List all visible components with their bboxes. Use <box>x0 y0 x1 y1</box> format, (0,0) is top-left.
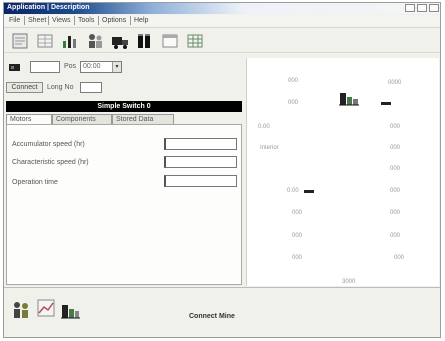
maximize-icon[interactable] <box>417 4 427 12</box>
title-bar[interactable]: Application | Description <box>4 3 440 14</box>
operation-time-input[interactable] <box>164 175 237 187</box>
menu-item-file[interactable]: File <box>6 16 23 25</box>
accumulator-speed-label: Accumulator speed (hr) <box>12 141 85 148</box>
overview-value: 0000 <box>388 80 402 86</box>
long-no-input[interactable] <box>80 82 102 93</box>
overview-value: 000 <box>394 255 405 261</box>
chevron-down-icon[interactable]: ▾ <box>112 62 121 72</box>
overview-value: 000 <box>288 78 299 84</box>
accumulator-speed-input[interactable] <box>164 138 237 150</box>
window-icon[interactable] <box>160 31 180 51</box>
flask-icon[interactable] <box>338 89 360 107</box>
marker <box>381 102 391 105</box>
application-window: Application | Description File Sheet Vie… <box>3 2 441 338</box>
truck-icon[interactable] <box>110 31 130 51</box>
overview-value: 0.00 <box>258 124 270 130</box>
unit-icon <box>9 64 20 71</box>
menu-item-sheet[interactable]: Sheet <box>24 16 49 25</box>
people-icon[interactable] <box>85 31 105 51</box>
overview-value: 000 <box>390 233 401 239</box>
marker <box>304 190 314 193</box>
toolbar <box>4 27 440 53</box>
overview-value: 000 <box>390 124 401 130</box>
characteristic-speed-input[interactable] <box>164 156 237 168</box>
overview-value: 000 <box>390 145 401 151</box>
overview-value: 0.00 <box>287 188 299 194</box>
overview-value: 000 <box>390 210 401 216</box>
overview-value: 000 <box>292 255 303 261</box>
overview-value: 000 <box>288 100 299 106</box>
pos-select[interactable]: 00:00 ▾ <box>80 61 122 73</box>
section-title: Simple Switch 0 <box>6 101 242 112</box>
operation-time-label: Operation time <box>12 179 58 186</box>
overview-value: Interior <box>260 145 279 151</box>
grid-icon[interactable] <box>35 31 55 51</box>
overview-value: 000 <box>292 210 303 216</box>
people-icon[interactable] <box>10 299 32 321</box>
characteristic-speed-label: Characteristic speed (hr) <box>12 159 89 166</box>
menu-item-options[interactable]: Options <box>98 16 129 25</box>
menu-item-tools[interactable]: Tools <box>74 16 97 25</box>
document-icon[interactable] <box>10 31 30 51</box>
menu-bar: File Sheet Views Tools Options Help <box>4 15 440 26</box>
connect-button[interactable]: Connect <box>6 82 43 93</box>
long-no-label: Long No <box>47 84 74 91</box>
table-icon[interactable] <box>185 31 205 51</box>
minimize-icon[interactable] <box>405 4 415 12</box>
overview-footer: 3000 <box>342 279 356 285</box>
pos-select-value: 00:00 <box>83 63 101 70</box>
overview-value: 000 <box>390 166 401 172</box>
menu-item-help[interactable]: Help <box>130 16 151 25</box>
overview-value: 000 <box>292 233 303 239</box>
status-text: Connect Mine <box>189 313 235 320</box>
bar-chart-icon[interactable] <box>60 31 80 51</box>
window-title: Application | Description <box>7 4 90 11</box>
menu-item-views[interactable]: Views <box>48 16 74 25</box>
overview-value: 000 <box>390 188 401 194</box>
chart-icon[interactable] <box>35 297 57 319</box>
tanks-icon[interactable] <box>135 31 155 51</box>
id-input[interactable] <box>30 61 60 73</box>
divider <box>4 287 440 288</box>
flask-icon[interactable] <box>59 299 81 321</box>
close-icon[interactable] <box>429 4 439 12</box>
pos-label: Pos <box>64 63 77 70</box>
